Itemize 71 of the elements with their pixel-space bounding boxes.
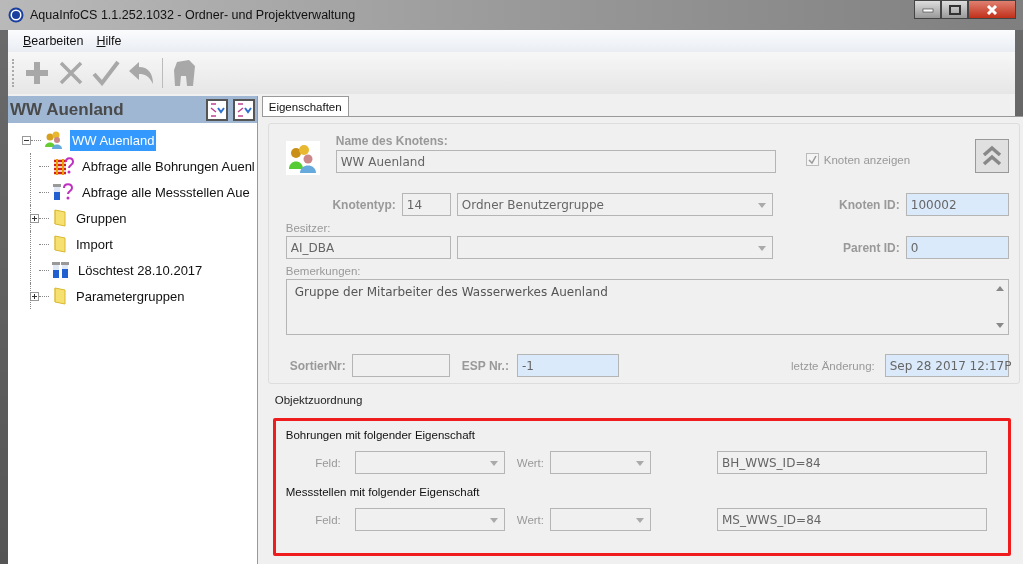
- sort-number-field[interactable]: [351, 354, 450, 377]
- section-heading: Bohrungen mit folgender Eigenschaft: [285, 429, 476, 441]
- menu-item[interactable]: Bearbeiten: [22, 32, 92, 50]
- user-group-icon: [44, 131, 64, 149]
- folder-icon: [52, 209, 68, 227]
- scroll-down-icon[interactable]: [996, 323, 1005, 328]
- field-dropdown[interactable]: [354, 508, 505, 531]
- sort-descending-button[interactable]: [232, 98, 255, 121]
- scroll-up-icon[interactable]: [996, 286, 1005, 291]
- expand-toggle[interactable]: [30, 213, 39, 223]
- folder-icon: [52, 287, 68, 305]
- section-heading: Messstellen mit folgender Eigenschaft: [285, 486, 481, 498]
- tree-item[interactable]: Gruppen: [74, 207, 129, 229]
- query-icon: [52, 157, 74, 175]
- tree-item[interactable]: Löschtest 28.10.2017: [76, 259, 205, 281]
- field-dropdown[interactable]: [354, 451, 505, 474]
- query-icon: [52, 183, 74, 201]
- field-label: Bemerkungen:: [285, 265, 362, 277]
- window-title: AquaInfoCS 1.1.252.1032 - Ordner- und Projektverwaltung: [30, 8, 356, 22]
- expand-toggle[interactable]: [30, 291, 39, 301]
- sort-ascending-button[interactable]: [205, 98, 228, 121]
- menu-item[interactable]: Hilfe: [95, 32, 130, 50]
- field-label: Knotentyp:: [331, 197, 396, 212]
- field-label: Parent ID:: [842, 240, 900, 255]
- collapse-toggle[interactable]: [22, 135, 31, 145]
- tree-item[interactable]: Import: [74, 233, 115, 255]
- value-dropdown[interactable]: [550, 451, 651, 474]
- minimize-button[interactable]: [914, 0, 941, 19]
- close-icon: [986, 4, 998, 15]
- value-dropdown[interactable]: [550, 508, 651, 531]
- type-code-field[interactable]: 14: [401, 193, 451, 216]
- tree-item[interactable]: WW Auenland: [70, 129, 157, 151]
- minimize-icon: [921, 6, 934, 13]
- parent-id-field[interactable]: 0: [905, 236, 1009, 259]
- expression-field[interactable]: BH_WWS_ID=84: [717, 451, 987, 474]
- field-label: ESP Nr.:: [461, 358, 509, 373]
- field-label: Wert:: [516, 456, 544, 469]
- field-label: Knoten ID:: [838, 197, 900, 212]
- type-dropdown[interactable]: Ordner Benutzergruppe: [456, 193, 773, 216]
- collapse-button[interactable]: [974, 139, 1009, 173]
- tree-item[interactable]: Abfrage alle Messstellen Aue: [80, 181, 252, 203]
- tree-item[interactable]: Parametergruppen: [74, 285, 187, 307]
- user-group-icon: [285, 141, 320, 175]
- node-id-field[interactable]: 100002: [905, 193, 1009, 216]
- owner-dropdown[interactable]: [456, 236, 773, 259]
- checkbox[interactable]: [805, 153, 819, 166]
- tree-header: WW Auenland: [10, 99, 125, 120]
- maximize-button[interactable]: [941, 0, 968, 19]
- remarks-field[interactable]: Gruppe der Mitarbeiter des Wasserwerkes Auenland: [285, 279, 1009, 335]
- tree-item[interactable]: Abfrage alle Bohrungen Auenl: [80, 155, 257, 177]
- group-title: Objektzuordnung: [274, 394, 364, 406]
- tab[interactable]: Eigenschaften: [261, 96, 349, 116]
- field-label: Feld:: [314, 456, 341, 469]
- field-label: Wert:: [516, 513, 544, 526]
- esp-number-field[interactable]: -1: [516, 354, 619, 377]
- field-label: letzte Änderung:: [791, 359, 875, 372]
- field-label: Name des Knotens:: [335, 134, 449, 148]
- maximize-icon: [948, 4, 961, 15]
- folder-icon: [52, 235, 68, 253]
- name-field[interactable]: WW Auenland: [335, 150, 776, 173]
- field-label: SortierNr:: [289, 358, 346, 373]
- last-change-field[interactable]: Sep 28 2017 12:17P: [884, 354, 1009, 377]
- app-logo-icon: [8, 7, 24, 23]
- field-label: Besitzer:: [285, 222, 332, 234]
- double-chevron-icon: [981, 145, 1002, 167]
- checkbox-label: Knoten anzeigen: [823, 153, 911, 166]
- sample-bottles-icon: [52, 261, 70, 279]
- owner-field[interactable]: AI_DBA: [285, 236, 451, 259]
- expression-field[interactable]: MS_WWS_ID=84: [717, 508, 987, 531]
- field-label: Feld:: [314, 513, 341, 526]
- close-button[interactable]: [968, 0, 1016, 19]
